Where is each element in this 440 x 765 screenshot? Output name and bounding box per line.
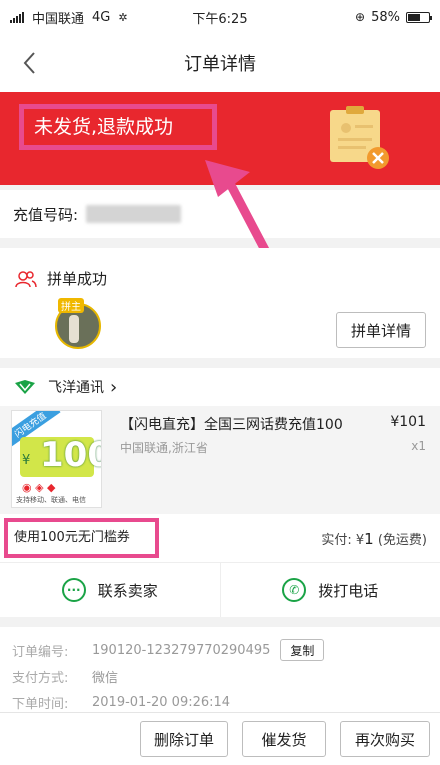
product-quantity: x1	[411, 439, 426, 453]
phone-icon: ✆	[282, 578, 307, 602]
product-item[interactable]: 闪电充值 ¥ 100 ◉ ◈ ◆ 支持移动、联通、电信 【闪电直充】全国三网话费…	[0, 406, 440, 514]
group-buy-section: 拼单成功 拼主 拼单详情	[0, 248, 440, 358]
contact-seller-label: 联系卖家	[97, 581, 158, 600]
shop-header[interactable]: 飞洋通讯 ›	[0, 368, 440, 406]
buy-again-button[interactable]: 再次购买	[340, 721, 430, 757]
battery-percent: 58%	[371, 9, 400, 25]
call-phone-label: 拨打电话	[318, 581, 379, 600]
carrier-name: 中国联通	[32, 11, 85, 27]
bottom-action-bar: 删除订单 催发货 再次购买	[0, 712, 440, 765]
order-no-value: 190120-123279770290495	[92, 642, 271, 658]
battery-icon	[406, 11, 432, 23]
contact-seller-button[interactable]: ··· 联系卖家	[0, 563, 220, 617]
shop-logo-icon	[15, 380, 35, 394]
pay-method-value: 微信	[92, 671, 119, 686]
call-phone-button[interactable]: ✆ 拨打电话	[219, 563, 440, 617]
coupon-text: 使用100元无门槛券	[4, 518, 159, 558]
contact-actions: ··· 联系卖家 ✆ 拨打电话	[0, 562, 440, 617]
card-currency: ¥	[22, 453, 31, 468]
group-status-title: 拼单成功	[47, 270, 108, 288]
shop-name: 飞洋通讯	[48, 380, 104, 396]
card-amount: 100	[40, 435, 101, 475]
signal-icon	[10, 11, 24, 23]
network-type: 4G	[92, 9, 111, 25]
product-subtitle: 中国联通,浙江省	[120, 441, 208, 455]
status-bar: 中国联通 4G ✲ 下午6:25 ⊕ 58%	[0, 0, 440, 34]
order-no-label: 订单编号:	[12, 644, 69, 660]
group-icon	[15, 270, 37, 287]
carrier-logos-icon: ◉ ◈ ◆	[22, 481, 56, 494]
pay-method-label: 支付方式:	[12, 671, 69, 686]
paid-note: (免运费)	[377, 533, 427, 548]
delete-order-button[interactable]: 删除订单	[140, 721, 228, 757]
paid-label: 实付:	[321, 533, 352, 548]
recharge-number-row: 充值号码:	[0, 190, 440, 238]
rotation-lock-icon: ⊕	[355, 10, 366, 24]
order-status-banner: 未发货,退款成功	[0, 92, 440, 312]
paid-value: 1	[364, 530, 374, 548]
chat-icon: ···	[61, 578, 86, 602]
chevron-right-icon: ›	[110, 376, 118, 398]
recharge-number-value-blurred	[86, 205, 182, 223]
payment-row: 使用100元无门槛券 实付: ¥1 (免运费)	[0, 514, 440, 562]
urge-shipping-button[interactable]: 催发货	[242, 721, 326, 757]
loading-icon: ✲	[118, 10, 128, 24]
product-title: 【闪电直充】全国三网话费充值100	[120, 417, 343, 433]
copy-button[interactable]: 复制	[280, 639, 325, 661]
recharge-number-label: 充值号码:	[13, 205, 79, 224]
order-time-value: 2019-01-20 09:26:14	[92, 695, 231, 710]
nav-bar: 订单详情	[0, 34, 440, 92]
page-title: 订单详情	[184, 54, 256, 75]
card-caption: 支持移动、联通、电信	[16, 496, 86, 504]
product-price: ¥101	[390, 414, 426, 430]
back-button[interactable]	[14, 48, 44, 78]
paid-amount: 实付: ¥1 (免运费)	[321, 529, 427, 548]
annotation-arrow	[205, 160, 300, 312]
group-leader-badge: 拼主	[58, 298, 84, 313]
product-thumbnail: 闪电充值 ¥ 100 ◉ ◈ ◆ 支持移动、联通、电信	[11, 410, 102, 508]
paid-currency: ¥	[355, 533, 365, 548]
group-detail-button[interactable]: 拼单详情	[336, 312, 426, 348]
chevron-left-icon	[23, 52, 35, 74]
order-time-label: 下单时间:	[12, 697, 69, 712]
